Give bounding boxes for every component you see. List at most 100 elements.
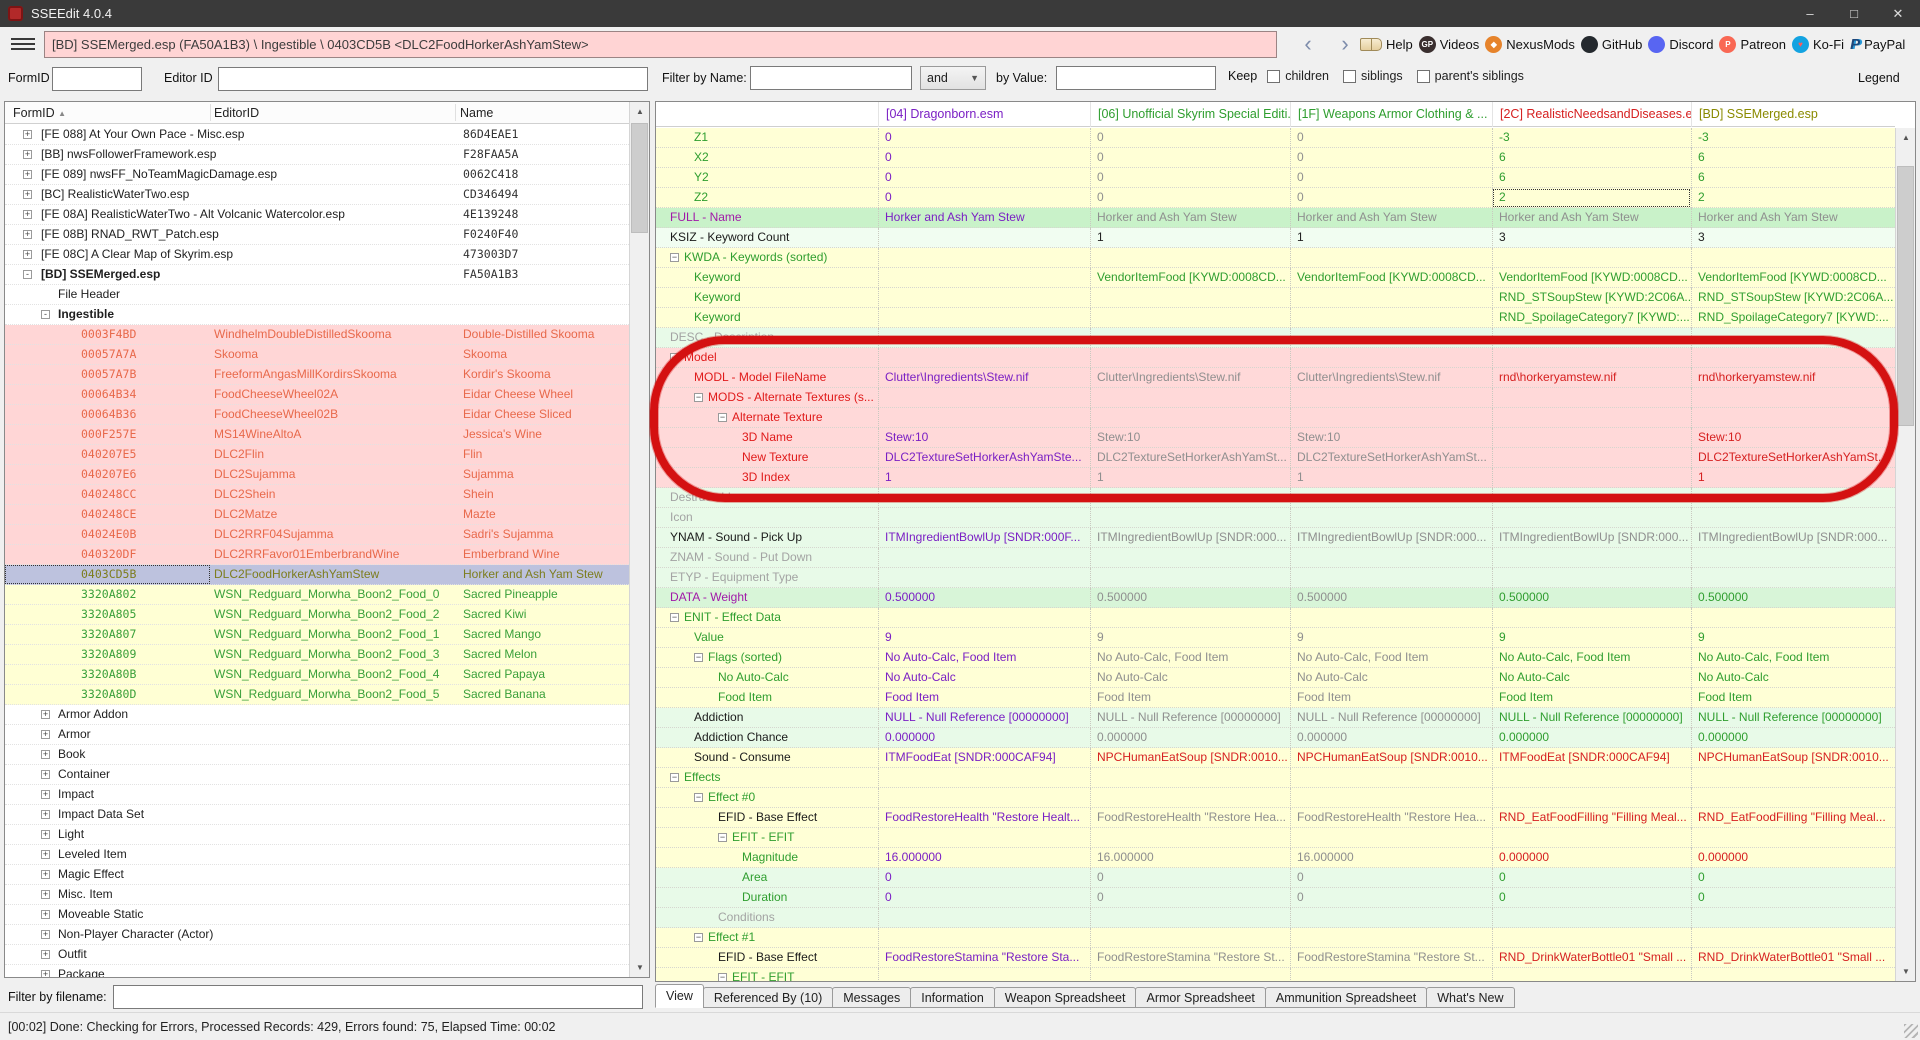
grid-cell[interactable] (1290, 928, 1492, 948)
grid-cell[interactable] (1691, 568, 1895, 588)
tree-row-plugin[interactable]: +[BC] RealisticWaterTwo.espCD346494 (5, 185, 629, 205)
expand-icon[interactable]: + (23, 230, 32, 239)
grid-cell[interactable]: RND_STSoupStew [KYWD:2C06A... (1691, 288, 1895, 308)
grid-cell[interactable] (1492, 248, 1691, 268)
expand-icon[interactable]: + (41, 770, 50, 779)
tree-row-group[interactable]: +Moveable Static (5, 905, 629, 925)
grid-cell[interactable] (1290, 508, 1492, 528)
grid-cell[interactable] (1090, 248, 1290, 268)
tab-view[interactable]: View (655, 984, 704, 1008)
grid-cell[interactable] (1090, 308, 1290, 328)
expand-icon[interactable]: + (41, 730, 50, 739)
grid-cell[interactable]: 0.000000 (878, 728, 1090, 748)
grid-cell[interactable] (1290, 488, 1492, 508)
formid-input[interactable] (52, 67, 142, 91)
grid-cell[interactable]: 0.000000 (1492, 728, 1691, 748)
grid-cell[interactable]: 2 (1691, 188, 1895, 208)
tree-row-plugin[interactable]: +[FE 08B] RNAD_RWT_Patch.espF0240F40 (5, 225, 629, 245)
grid-cell[interactable]: No Auto-Calc (1492, 668, 1691, 688)
grid-cell[interactable]: 0 (878, 188, 1090, 208)
grid-cell[interactable] (1290, 828, 1492, 848)
grid-cell[interactable]: ITMIngredientBowlUp [SNDR:000F... (878, 528, 1090, 548)
grid-cell[interactable] (1090, 388, 1290, 408)
grid-row[interactable]: −Effects (656, 768, 1895, 788)
grid-row[interactable]: New TextureDLC2TextureSetHorkerAshYamSte… (656, 448, 1895, 468)
tree-row[interactable]: 00064B34FoodCheeseWheel02AEidar Cheese W… (5, 385, 629, 405)
grid-cell[interactable] (1492, 548, 1691, 568)
grid-cell[interactable] (1290, 308, 1492, 328)
tree-row-plugin[interactable]: +[FE 08C] A Clear Map of Skyrim.esp47300… (5, 245, 629, 265)
menu-icon[interactable] (10, 33, 36, 55)
grid-cell[interactable] (1090, 768, 1290, 788)
grid-cell[interactable]: 6 (1691, 148, 1895, 168)
tree-row-group[interactable]: +Book (5, 745, 629, 765)
grid-cell[interactable] (878, 288, 1090, 308)
grid-cell[interactable]: DLC2TextureSetHorkerAshYamSt... (1090, 448, 1290, 468)
grid-cell[interactable]: Food Item (1691, 688, 1895, 708)
grid-cell[interactable]: NULL - Null Reference [00000000] (878, 708, 1090, 728)
grid-cell[interactable]: Horker and Ash Yam Stew (1691, 208, 1895, 228)
grid-cell[interactable]: NULL - Null Reference [00000000] (1290, 708, 1492, 728)
grid-row[interactable]: −Effect #0 (656, 788, 1895, 808)
grid-cell[interactable]: FoodRestoreStamina "Restore St... (1290, 948, 1492, 968)
grid-cell[interactable]: No Auto-Calc (1090, 668, 1290, 688)
grid-cell[interactable]: NULL - Null Reference [00000000] (1090, 708, 1290, 728)
grid-cell[interactable]: 1 (878, 468, 1090, 488)
grid-row[interactable]: −KWDA - Keywords (sorted) (656, 248, 1895, 268)
grid-cell[interactable]: -3 (1691, 128, 1895, 148)
grid-cell[interactable]: 0 (1090, 148, 1290, 168)
grid-cell[interactable] (878, 928, 1090, 948)
grid-cell[interactable]: 0 (1090, 188, 1290, 208)
grid-cell[interactable] (878, 608, 1090, 628)
grid-cell[interactable]: No Auto-Calc (1691, 668, 1895, 688)
legend-link[interactable]: Legend (1858, 71, 1900, 85)
grid-row[interactable]: FULL - NameHorker and Ash Yam StewHorker… (656, 208, 1895, 228)
grid-cell[interactable]: 1 (1691, 468, 1895, 488)
grid-cell[interactable]: 0.500000 (1492, 588, 1691, 608)
grid-cell[interactable]: ITMFoodEat [SNDR:000CAF94] (878, 748, 1090, 768)
grid-cell[interactable] (1290, 548, 1492, 568)
breadcrumb[interactable]: [BD] SSEMerged.esp (FA50A1B3) \ Ingestib… (44, 31, 1277, 58)
grid-cell[interactable]: 0 (1691, 868, 1895, 888)
grid-cell[interactable]: 0 (1492, 868, 1691, 888)
grid-row[interactable]: −EFIT - EFIT (656, 968, 1895, 981)
tree-row[interactable]: 3320A802WSN_Redguard_Morwha_Boon2_Food_0… (5, 585, 629, 605)
collapse-icon[interactable]: − (670, 773, 679, 782)
grid-cell[interactable]: 0 (878, 888, 1090, 908)
grid-cell[interactable]: VendorItemFood [KYWD:0008CD... (1492, 268, 1691, 288)
grid-cell[interactable] (1492, 568, 1691, 588)
expand-icon[interactable]: + (41, 830, 50, 839)
tree-row-plugin[interactable]: +[FE 088] At Your Own Pace - Misc.esp86D… (5, 125, 629, 145)
expand-icon[interactable]: + (41, 970, 50, 977)
grid-cell[interactable]: No Auto-Calc, Food Item (878, 648, 1090, 668)
grid-cell[interactable]: 0.500000 (1090, 588, 1290, 608)
tab-referenced-by-10-[interactable]: Referenced By (10) (703, 987, 833, 1008)
grid-row[interactable]: KeywordRND_SpoilageCategory7 [KYWD:...RN… (656, 308, 1895, 328)
grid-row[interactable]: EFID - Base EffectFoodRestoreHealth "Res… (656, 808, 1895, 828)
grid-cell[interactable]: 0 (1290, 168, 1492, 188)
grid-cell[interactable] (1691, 408, 1895, 428)
grid-scrollbar[interactable]: ▲ ▼ (1895, 128, 1915, 981)
grid-cell[interactable]: VendorItemFood [KYWD:0008CD... (1290, 268, 1492, 288)
tree-row-plugin[interactable]: +[FE 08A] RealisticWaterTwo - Alt Volcan… (5, 205, 629, 225)
grid-cell[interactable] (1090, 488, 1290, 508)
grid-cell[interactable] (1492, 468, 1691, 488)
toolbar-link-patreon[interactable]: PPatreon (1719, 36, 1786, 53)
grid-row[interactable]: −MODS - Alternate Textures (s... (656, 388, 1895, 408)
grid-cell[interactable] (878, 788, 1090, 808)
checkbox-icon[interactable] (1267, 70, 1280, 83)
grid-row[interactable]: −ENIT - Effect Data (656, 608, 1895, 628)
tree-row[interactable]: 040207E6DLC2SujammaSujamma (5, 465, 629, 485)
grid-row[interactable]: Z200022 (656, 188, 1895, 208)
tree-row[interactable]: 040320DFDLC2RRFavor01EmberbrandWineEmber… (5, 545, 629, 565)
grid-cell[interactable] (878, 248, 1090, 268)
toolbar-link-help[interactable]: Help (1360, 37, 1413, 52)
grid-cell[interactable]: 0.500000 (1691, 588, 1895, 608)
grid-row[interactable]: −Model (656, 348, 1895, 368)
grid-row[interactable]: Magnitude16.00000016.00000016.0000000.00… (656, 848, 1895, 868)
grid-cell[interactable]: 0 (1290, 868, 1492, 888)
grid-cell[interactable]: RND_EatFoodFilling "Filling Meal... (1492, 808, 1691, 828)
expand-icon[interactable]: + (23, 150, 32, 159)
collapse-icon[interactable]: - (41, 310, 50, 319)
tree-column-name[interactable]: Name (460, 102, 493, 124)
